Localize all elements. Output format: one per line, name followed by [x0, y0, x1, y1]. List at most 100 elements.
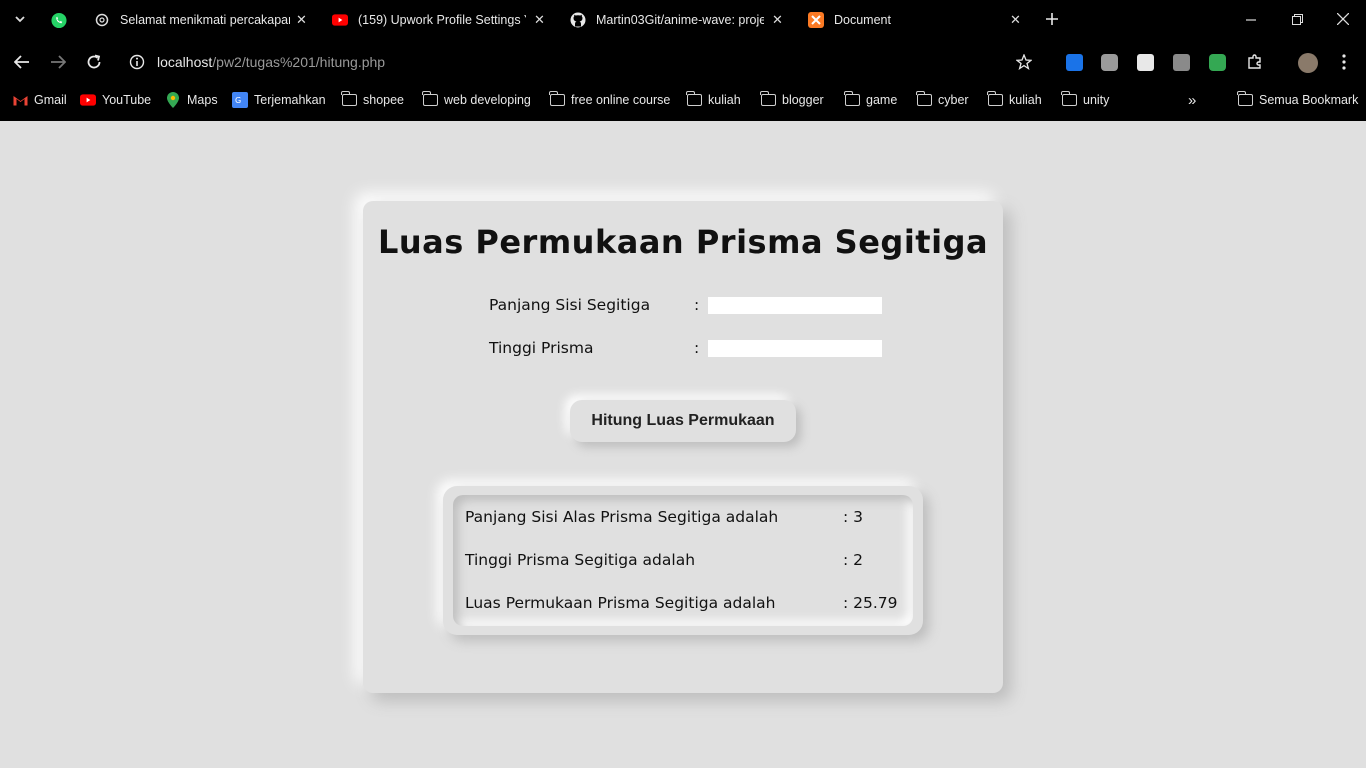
form-row-panjang-sisi: Panjang Sisi Segitiga : — [489, 295, 882, 315]
tab-document[interactable]: Document ✕ — [808, 0, 1028, 40]
bookmark-label: cyber — [938, 93, 969, 107]
result-panel: Panjang Sisi Alas Prisma Segitiga adalah… — [443, 486, 923, 635]
browser-chrome: Selamat menikmati percakapan ✕ (159) Upw… — [0, 0, 1366, 121]
result-value: : 25.79 — [843, 594, 898, 612]
restore-icon[interactable] — [1287, 9, 1307, 29]
url-field[interactable]: localhost/pw2/tugas%201/hitung.php — [157, 54, 385, 70]
svg-text:G: G — [235, 96, 241, 105]
maps-pin-icon — [165, 92, 181, 108]
bookmark-label: Terjemahkan — [254, 93, 326, 107]
folder-icon — [422, 91, 438, 108]
hitung-button[interactable]: Hitung Luas Permukaan — [570, 400, 796, 442]
extensions-puzzle-icon[interactable] — [1245, 52, 1265, 72]
tab-whatsapp[interactable] — [51, 0, 71, 40]
back-icon[interactable] — [12, 52, 32, 72]
panjang-sisi-input[interactable] — [708, 296, 882, 314]
devtools-icon[interactable] — [1173, 54, 1190, 71]
extension-translate-icon[interactable] — [1066, 54, 1083, 71]
result-row-luas: Luas Permukaan Prisma Segitiga adalah : … — [465, 593, 898, 613]
result-inner: Panjang Sisi Alas Prisma Segitiga adalah… — [453, 495, 913, 626]
translate-icon: G — [232, 92, 248, 108]
folder-icon — [844, 91, 860, 108]
bookmark-folder-game[interactable]: game — [844, 90, 897, 110]
github-icon — [570, 12, 586, 28]
bookmark-maps[interactable]: Maps — [165, 90, 218, 110]
close-icon[interactable]: ✕ — [534, 12, 545, 28]
bookmark-folder-shopee[interactable]: shopee — [341, 90, 404, 110]
bookmark-label: YouTube — [102, 93, 152, 107]
bookmark-label: shopee — [363, 93, 405, 107]
gmail-icon — [12, 92, 28, 108]
bookmark-star-icon[interactable] — [1014, 52, 1034, 72]
forward-icon[interactable] — [48, 52, 68, 72]
extension-mail-icon[interactable] — [1209, 54, 1226, 71]
tab-github[interactable]: Martin03Git/anime-wave: proje ✕ — [570, 0, 790, 40]
close-icon[interactable]: ✕ — [772, 12, 783, 28]
calculator-card: Luas Permukaan Prisma Segitiga Panjang S… — [363, 201, 1003, 693]
folder-icon — [987, 91, 1003, 108]
youtube-icon — [332, 12, 348, 28]
result-value: : 3 — [843, 508, 864, 526]
result-row-tinggi: Tinggi Prisma Segitiga adalah : 2 — [465, 550, 863, 570]
youtube-icon — [80, 92, 96, 108]
bookmark-folder-web-developing[interactable]: web developing — [422, 90, 531, 110]
close-icon[interactable]: ✕ — [296, 12, 307, 28]
all-bookmarks-folder[interactable]: Semua Bookmark — [1237, 90, 1358, 110]
result-row-panjang: Panjang Sisi Alas Prisma Segitiga adalah… — [465, 507, 863, 527]
tinggi-prisma-input[interactable] — [708, 339, 882, 357]
bookmark-label: blogger — [782, 93, 824, 107]
menu-kebab-icon[interactable] — [1334, 52, 1354, 72]
field-label: Panjang Sisi Segitiga — [489, 296, 651, 314]
page-title: Luas Permukaan Prisma Segitiga — [377, 223, 989, 261]
form-row-tinggi-prisma: Tinggi Prisma : — [489, 338, 882, 358]
close-icon[interactable]: ✕ — [1010, 12, 1021, 28]
bookmark-label: Gmail — [34, 93, 67, 107]
bookmark-label: free online course — [571, 93, 671, 107]
close-window-icon[interactable] — [1333, 9, 1353, 29]
bookmark-youtube[interactable]: YouTube — [80, 90, 151, 110]
bookmark-folder-unity[interactable]: unity — [1061, 90, 1109, 110]
tab-chatgpt[interactable]: Selamat menikmati percakapan ✕ — [94, 0, 314, 40]
bookmark-folder-cyber[interactable]: cyber — [916, 90, 969, 110]
folder-icon — [686, 91, 702, 108]
tab-search-icon[interactable] — [10, 9, 30, 29]
result-value: : 2 — [843, 551, 864, 569]
bookmark-folder-blogger[interactable]: blogger — [760, 90, 824, 110]
new-tab-icon[interactable] — [1042, 9, 1062, 29]
more-bookmarks-chevron-icon[interactable]: » — [1188, 90, 1196, 110]
tab-title: Martin03Git/anime-wave: proje — [596, 13, 764, 27]
whatsapp-icon — [51, 12, 67, 28]
profile-avatar[interactable] — [1298, 53, 1318, 73]
tab-youtube[interactable]: (159) Upwork Profile Settings Yo ✕ — [332, 0, 552, 40]
tab-title: Document — [834, 13, 891, 27]
camera-icon[interactable] — [1101, 54, 1118, 71]
folder-icon — [1237, 91, 1253, 108]
field-colon: : — [694, 296, 700, 314]
minimize-icon[interactable] — [1241, 9, 1261, 29]
bookmark-folder-kuliah-2[interactable]: kuliah — [987, 90, 1042, 110]
bookmark-terjemahkan[interactable]: G Terjemahkan — [232, 90, 326, 110]
chatgpt-icon — [94, 12, 110, 28]
extension-code-icon[interactable] — [1137, 54, 1154, 71]
url-path: /pw2/tugas%201/hitung.php — [212, 54, 386, 70]
bookmark-label: web developing — [444, 93, 531, 107]
field-label: Tinggi Prisma — [489, 339, 594, 357]
bookmark-label: game — [866, 93, 898, 107]
folder-icon — [549, 91, 565, 108]
tab-title: (159) Upwork Profile Settings Yo — [358, 13, 526, 27]
site-info-icon[interactable] — [127, 52, 147, 72]
bookmark-label: Semua Bookmark — [1259, 93, 1359, 107]
bookmark-folder-free-online-course[interactable]: free online course — [549, 90, 670, 110]
xampp-icon — [808, 12, 824, 28]
result-label: Tinggi Prisma Segitiga adalah — [465, 551, 696, 569]
folder-icon — [1061, 91, 1077, 108]
reload-icon[interactable] — [84, 52, 104, 72]
tab-strip: Selamat menikmati percakapan ✕ (159) Upw… — [0, 0, 1366, 40]
bookmark-label: kuliah — [708, 93, 741, 107]
bookmark-label: unity — [1083, 93, 1110, 107]
tab-title: Selamat menikmati percakapan — [120, 13, 290, 27]
bookmark-folder-kuliah[interactable]: kuliah — [686, 90, 741, 110]
bookmark-gmail[interactable]: Gmail — [12, 90, 67, 110]
field-colon: : — [694, 339, 700, 357]
folder-icon — [341, 91, 357, 108]
